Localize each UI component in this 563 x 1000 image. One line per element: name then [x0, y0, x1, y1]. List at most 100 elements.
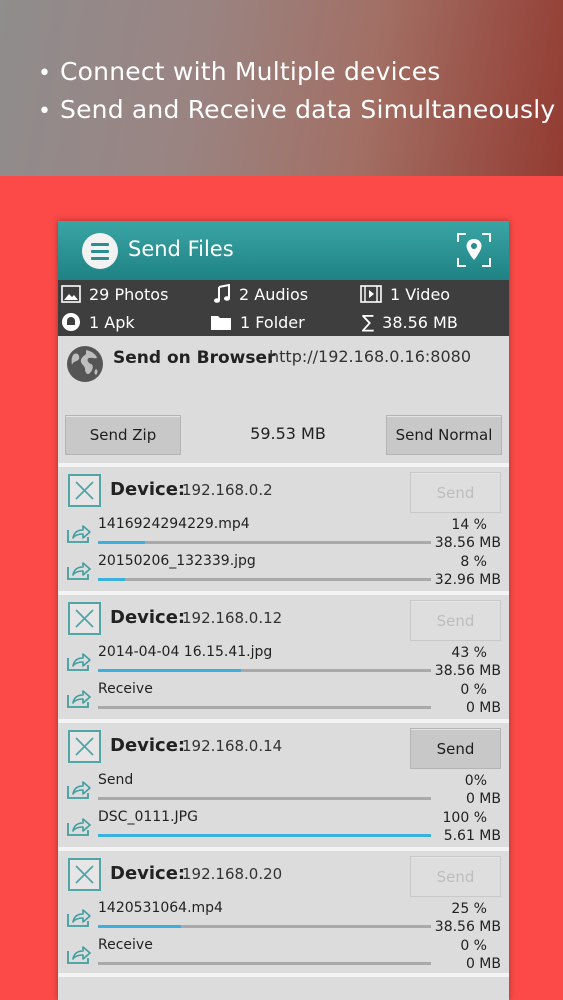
transfer-name: 1416924294229.mp4 — [98, 516, 250, 532]
progress-bar — [98, 578, 431, 581]
sigma-icon: ∑ — [362, 311, 375, 333]
progress-bar — [98, 541, 431, 544]
share-icon[interactable] — [66, 559, 92, 581]
device-label: Device: — [110, 479, 186, 500]
device-card: Device: 192.168.0.14 Send Send 0% 0 MB DSC_… — [58, 719, 509, 844]
transfer-percent: 0% — [464, 773, 487, 789]
promo-bullets: • Connect with Multiple devices • Send and… — [38, 54, 555, 130]
folder-icon — [211, 316, 231, 330]
transfer-name: DSC_0111.JPG — [98, 809, 198, 825]
browser-url: http://192.168.0.16:8080 — [269, 347, 471, 366]
transfer-name: Receive — [98, 937, 153, 953]
transfer-percent: 8 % — [460, 554, 487, 570]
browser-title: Send on Browser — [113, 348, 276, 368]
progress-fill — [98, 578, 125, 581]
summary-photos-label: 29 Photos — [89, 284, 169, 304]
summary-folder: 1 Folder — [210, 309, 305, 335]
share-icon[interactable] — [66, 522, 92, 544]
close-icon[interactable] — [68, 474, 101, 507]
share-icon[interactable] — [66, 815, 92, 837]
transfer-name: Send — [98, 772, 134, 788]
transfer-name: 2014-04-04 16.15.41.jpg — [98, 644, 273, 660]
transfer-percent: 0 % — [460, 938, 487, 954]
close-icon[interactable] — [68, 730, 101, 763]
transfer-percent: 100 % — [442, 810, 487, 826]
browser-section: Send on Browser http://192.168.0.16:8080… — [58, 336, 509, 462]
device-label: Device: — [110, 735, 186, 756]
promo-bullet: • Send and Receive data Simultaneously — [38, 95, 556, 124]
summary-apk: 1 Apk — [61, 309, 135, 335]
summary-video: 1 Video — [360, 281, 450, 307]
progress-fill — [98, 541, 145, 544]
progress-fill — [98, 925, 182, 928]
close-icon[interactable] — [68, 858, 101, 891]
summary-apk-label: 1 Apk — [89, 312, 135, 332]
send-normal-button[interactable]: Send Normal — [386, 415, 502, 455]
transfer-size: 38.56 MB — [434, 919, 501, 935]
device-ip: 192.168.0.12 — [182, 609, 283, 627]
progress-bar — [98, 925, 431, 928]
promo-bullet-text: Connect with Multiple devices — [60, 57, 441, 86]
android-icon — [62, 313, 80, 331]
progress-bar — [98, 706, 431, 709]
device-card: Device: 192.168.0.2 Send 1416924294229.m… — [58, 463, 509, 588]
device-send-button[interactable]: Send — [410, 856, 501, 897]
app-title: Send Files — [128, 237, 234, 261]
transfer-size: 0 MB — [465, 791, 501, 807]
transfer-name: 20150206_132339.jpg — [98, 553, 256, 569]
device-card: Device: 192.168.0.20 Send 1420531064.mp4… — [58, 847, 509, 972]
share-icon[interactable] — [66, 943, 92, 965]
share-icon[interactable] — [66, 687, 92, 709]
share-icon[interactable] — [66, 906, 92, 928]
promo-bullet: • Connect with Multiple devices — [38, 57, 441, 86]
transfer-name: Receive — [98, 681, 153, 697]
hamburger-menu-icon[interactable] — [82, 233, 118, 269]
device-label: Device: — [110, 607, 186, 628]
transfer-percent: 43 % — [451, 645, 487, 661]
summary-total: ∑ 38.56 MB — [362, 309, 458, 335]
zip-size: 59.53 MB — [250, 424, 326, 443]
device-card: Device: 192.168.0.12 Send 2014-04-04 16.… — [58, 591, 509, 716]
progress-fill — [98, 834, 431, 837]
promo-banner: • Connect with Multiple devices • Send and… — [0, 0, 563, 176]
summary-photos: 29 Photos — [61, 281, 168, 307]
film-icon — [360, 285, 382, 303]
promo-bullet-text: Send and Receive data Simultaneously — [60, 95, 556, 124]
phone-screen: Send Files 29 Photos 2 Audios 1 Video 1 … — [58, 221, 509, 1000]
transfer-size: 0 MB — [465, 700, 501, 716]
summary-video-label: 1 Video — [390, 284, 451, 304]
device-send-button[interactable]: Send — [410, 600, 501, 641]
transfer-name: 1420531064.mp4 — [98, 900, 223, 916]
transfer-size: 5.61 MB — [443, 828, 501, 844]
app-bar: Send Files — [58, 221, 509, 280]
location-pin-icon[interactable] — [456, 232, 492, 268]
progress-bar — [98, 962, 431, 965]
summary-audios-label: 2 Audios — [239, 284, 309, 304]
transfer-size: 32.96 MB — [434, 572, 501, 588]
device-send-button[interactable]: Send — [410, 472, 501, 513]
photo-icon — [61, 285, 81, 303]
transfer-percent: 0 % — [460, 682, 487, 698]
device-ip: 192.168.0.14 — [182, 737, 283, 755]
globe-icon — [67, 346, 103, 382]
transfer-percent: 25 % — [451, 901, 487, 917]
summary-folder-label: 1 Folder — [240, 312, 305, 332]
transfer-size: 38.56 MB — [434, 535, 501, 551]
next-device-card — [58, 973, 509, 1000]
progress-fill — [98, 669, 242, 672]
share-icon[interactable] — [66, 778, 92, 800]
send-zip-button[interactable]: Send Zip — [65, 415, 181, 455]
device-ip: 192.168.0.20 — [182, 865, 283, 883]
device-send-button[interactable]: Send — [410, 728, 501, 769]
selection-summary: 29 Photos 2 Audios 1 Video 1 Apk 1 Folde… — [58, 280, 509, 336]
device-ip: 192.168.0.2 — [182, 481, 273, 499]
share-icon[interactable] — [66, 650, 92, 672]
progress-bar — [98, 797, 431, 800]
summary-total-label: 38.56 MB — [382, 312, 458, 332]
transfer-size: 38.56 MB — [434, 663, 501, 679]
summary-audios: 2 Audios — [213, 281, 308, 307]
progress-bar — [98, 669, 431, 672]
device-label: Device: — [110, 863, 186, 884]
progress-bar — [98, 834, 431, 837]
close-icon[interactable] — [68, 602, 101, 635]
